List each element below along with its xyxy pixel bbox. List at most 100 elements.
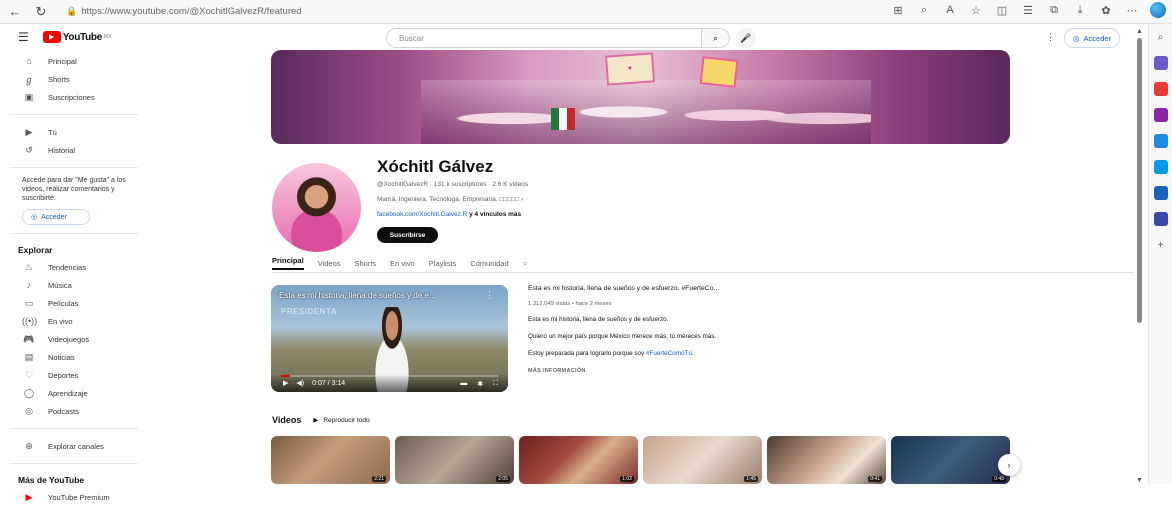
youtube-logo[interactable]: YouTube MX: [42, 31, 111, 43]
person-icon[interactable]: [1153, 108, 1168, 122]
search-button[interactable]: ⌕: [702, 28, 730, 48]
sidebar-item-movies[interactable]: ▭ Películas: [0, 294, 148, 312]
channel-avatar[interactable]: [272, 163, 361, 252]
sidebar-item-history[interactable]: ↺ Historial: [0, 141, 148, 159]
video-duration: 2:21: [372, 476, 386, 482]
split-screen-icon[interactable]: ◫: [994, 4, 1010, 17]
video-more-icon[interactable]: ⋮: [485, 290, 494, 301]
sidebar-item-label: En vivo: [48, 316, 73, 326]
divider: [10, 114, 138, 115]
play-icon[interactable]: ▶: [283, 379, 288, 387]
menu-icon[interactable]: ☰: [18, 30, 29, 44]
description-text: Estoy preparada para lograrlo porque soy: [528, 350, 646, 357]
hashtag-link[interactable]: #FuerteComoTú: [646, 350, 692, 357]
tab-videos[interactable]: Videos: [318, 259, 341, 268]
channel-description[interactable]: Mamá. Ingeniera. Tecnóloga. Empresaria. …: [377, 196, 523, 203]
scroll-up-icon[interactable]: ▲: [1136, 28, 1143, 35]
settings-kebab-icon[interactable]: ⋮: [1046, 32, 1055, 43]
signin-button[interactable]: ◎ Acceder: [1064, 28, 1121, 48]
fullscreen-icon[interactable]: ⛶: [493, 380, 498, 388]
history-icon: ↺: [25, 144, 33, 155]
sports-icon: ♡: [24, 369, 34, 380]
video-watermark: PRESIDENTA: [281, 307, 337, 316]
scroll-thumb[interactable]: [1137, 38, 1142, 323]
music-icon: ♪: [26, 280, 32, 290]
extensions-icon[interactable]: ✿: [1098, 4, 1114, 17]
featured-video-player[interactable]: PRESIDENTA Esta es mi historia, llena de…: [271, 285, 508, 392]
grid-icon[interactable]: ⊞: [890, 4, 906, 17]
home-icon: ⌂: [26, 56, 32, 66]
video-thumbnail[interactable]: 2:21: [271, 436, 390, 484]
address-bar[interactable]: 🔒 https://www.youtube.com/@XochitlGalvez…: [66, 6, 302, 17]
channel-links[interactable]: facebook.com/Xochitl.Galvez.R y 4 víncul…: [377, 211, 521, 218]
featured-video-title[interactable]: Esta es mi historia, llena de sueños y d…: [528, 285, 768, 292]
tab-live[interactable]: En vivo: [390, 259, 415, 268]
office-icon[interactable]: [1153, 160, 1168, 174]
channel-tabs: Principal Videos Shorts En vivo Playlist…: [272, 256, 528, 270]
favorite-icon[interactable]: ☆: [968, 4, 984, 17]
zoom-icon[interactable]: ⌕: [916, 4, 932, 17]
sidebar-signin-button[interactable]: ◎ Acceder: [22, 209, 90, 225]
tools-icon[interactable]: [1153, 212, 1168, 226]
collections-icon[interactable]: ⧉: [1046, 4, 1062, 17]
sidebar-item-sports[interactable]: ♡ Deportes: [0, 366, 148, 384]
sidebar-item-news[interactable]: ▤ Noticias: [0, 348, 148, 366]
sidebar-item-shorts[interactable]: ℊ Shorts: [0, 70, 148, 88]
tab-community[interactable]: Comunidad: [470, 259, 508, 268]
favorites-icon[interactable]: ☰: [1020, 4, 1036, 17]
chevron-right-icon: ›: [1007, 460, 1011, 470]
channel-link[interactable]: facebook.com/Xochitl.Galvez.R: [377, 211, 467, 218]
sidebar-item-home[interactable]: ⌂ Principal: [0, 52, 148, 70]
volume-icon[interactable]: ◀): [296, 379, 304, 387]
read-aloud-icon[interactable]: A: [942, 4, 958, 16]
back-icon[interactable]: ←: [4, 1, 26, 23]
shelf-title[interactable]: Videos: [272, 415, 301, 425]
shopping-icon[interactable]: [1153, 82, 1168, 96]
search-input[interactable]: Buscar: [386, 28, 702, 48]
sidebar-item-browse-channels[interactable]: ⊕ Explorar canales: [0, 437, 148, 455]
sidebar-item-subscriptions[interactable]: ▣ Suscripciones: [0, 88, 148, 106]
lock-icon: 🔒: [66, 6, 78, 16]
video-thumbnail[interactable]: 1:45: [643, 436, 762, 484]
settings-icon[interactable]: ✱: [477, 380, 483, 388]
channel-search-icon[interactable]: ⌕: [523, 258, 528, 269]
video-thumbnail[interactable]: 2:05: [395, 436, 514, 484]
page-scrollbar[interactable]: ▲ ▼: [1136, 28, 1144, 484]
sidebar-item-gaming[interactable]: 🎮 Videojuegos: [0, 330, 148, 348]
sidebar-item-live[interactable]: ((•)) En vivo: [0, 312, 148, 330]
subtitles-icon[interactable]: ▬: [460, 380, 467, 388]
video-duration: 1:02: [620, 476, 634, 482]
add-icon[interactable]: +: [1154, 238, 1168, 252]
more-info-link[interactable]: MÁS INFORMACIÓN: [528, 368, 768, 374]
live-icon: ((•)): [22, 316, 38, 326]
tab-principal[interactable]: Principal: [272, 256, 304, 270]
sidebar-item-podcasts[interactable]: ◎ Podcasts: [0, 402, 148, 420]
subscribe-button[interactable]: Suscribirse: [377, 227, 438, 243]
sidebar-item-music[interactable]: ♪ Música: [0, 276, 148, 294]
tab-shorts[interactable]: Shorts: [354, 259, 376, 268]
sidebar-item-premium[interactable]: ▶ YouTube Premium: [0, 488, 148, 506]
scroll-down-icon[interactable]: ▼: [1136, 477, 1143, 484]
video-thumbnail[interactable]: 1:02: [519, 436, 638, 484]
divider: [10, 233, 138, 234]
tag-icon[interactable]: [1153, 56, 1168, 70]
shelf-next-button[interactable]: ›: [998, 454, 1020, 476]
play-all-button[interactable]: ▶ Reproducir todo: [313, 416, 369, 425]
sidebar-item-learning[interactable]: ◯ Aprendizaje: [0, 384, 148, 402]
more-links[interactable]: y 4 vínculos más: [467, 211, 521, 218]
copilot-icon[interactable]: [1150, 2, 1166, 18]
more-icon[interactable]: ⋯: [1124, 4, 1140, 17]
outlook-icon[interactable]: [1153, 186, 1168, 200]
sidebar-item-trending[interactable]: ♨ Tendencias: [0, 258, 148, 276]
sidebar-item-you[interactable]: ▶ Tú: [0, 123, 148, 141]
more-from-youtube-title: Más de YouTube: [18, 475, 85, 485]
video-thumbnail[interactable]: 0:48: [891, 436, 1010, 484]
video-overlay-title[interactable]: Esta es mi historia, llena de sueños y d…: [279, 291, 436, 300]
search-icon[interactable]: ⌕: [1154, 30, 1168, 44]
voice-search-button[interactable]: 🎤: [736, 28, 756, 48]
refresh-icon[interactable]: ↻: [30, 1, 52, 23]
video-thumbnail[interactable]: 0:41: [767, 436, 886, 484]
tab-playlists[interactable]: Playlists: [429, 259, 457, 268]
games-icon[interactable]: [1153, 134, 1168, 148]
downloads-icon[interactable]: ⤓: [1072, 4, 1088, 17]
